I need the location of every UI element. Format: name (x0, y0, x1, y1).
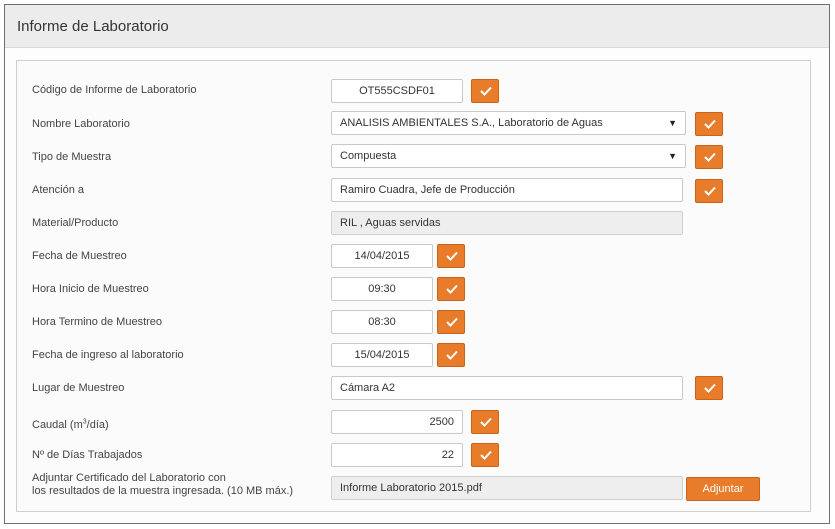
lugar-label: Lugar de Muestreo (32, 382, 125, 394)
codigo-label: Código de Informe de Laboratorio (32, 84, 197, 96)
dias-input[interactable]: 22 (331, 443, 463, 467)
fecha-ingreso-label: Fecha de ingreso al laboratorio (32, 349, 184, 361)
nombre-lab-confirm-button[interactable] (695, 112, 723, 136)
tipo-muestra-select[interactable]: Compuesta ▼ (331, 144, 686, 168)
check-icon (480, 417, 492, 427)
hora-termino-input[interactable]: 08:30 (331, 310, 433, 334)
fecha-ingreso-input[interactable]: 15/04/2015 (331, 343, 433, 367)
codigo-confirm-button[interactable] (471, 79, 499, 103)
hora-termino-label: Hora Termino de Muestreo (32, 316, 163, 328)
fecha-muestreo-confirm-button[interactable] (437, 244, 465, 268)
hora-termino-confirm-button[interactable] (437, 310, 465, 334)
fecha-muestreo-label: Fecha de Muestreo (32, 250, 127, 262)
check-icon (704, 383, 716, 393)
material-field: RIL , Aguas servidas (331, 211, 683, 235)
hora-inicio-confirm-button[interactable] (437, 277, 465, 301)
caudal-input[interactable]: 2500 (331, 410, 463, 434)
tipo-muestra-label: Tipo de Muestra (32, 151, 112, 163)
check-icon (446, 251, 458, 261)
atencion-label: Atención a (32, 184, 84, 196)
caudal-label: Caudal (m3/día) (32, 418, 109, 431)
check-icon (704, 152, 716, 162)
window-title: Informe de Laboratorio (17, 18, 169, 35)
check-icon (446, 350, 458, 360)
nombre-lab-select[interactable]: ANALISIS AMBIENTALES S.A., Laboratorio d… (331, 111, 686, 135)
check-icon (704, 119, 716, 129)
material-label: Material/Producto (32, 217, 119, 229)
adjuntar-button[interactable]: Adjuntar (686, 477, 760, 501)
adjuntar-label-line1: Adjuntar Certificado del Laboratorio con (32, 472, 226, 484)
fecha-muestreo-input[interactable]: 14/04/2015 (331, 244, 433, 268)
tipo-muestra-confirm-button[interactable] (695, 145, 723, 169)
adjuntar-file-field[interactable]: Informe Laboratorio 2015.pdf (331, 476, 683, 500)
dias-confirm-button[interactable] (471, 443, 499, 467)
check-icon (446, 284, 458, 294)
nombre-lab-value: ANALISIS AMBIENTALES S.A., Laboratorio d… (340, 117, 603, 129)
tipo-muestra-value: Compuesta (340, 150, 397, 162)
caret-down-icon: ▼ (668, 151, 677, 161)
hora-inicio-input[interactable]: 09:30 (331, 277, 433, 301)
check-icon (704, 186, 716, 196)
atencion-input[interactable]: Ramiro Cuadra, Jefe de Producción (331, 178, 683, 202)
lugar-confirm-button[interactable] (695, 376, 723, 400)
adjuntar-label-line2: los resultados de la muestra ingresada. … (32, 485, 294, 497)
atencion-confirm-button[interactable] (695, 179, 723, 203)
caudal-confirm-button[interactable] (471, 410, 499, 434)
nombre-lab-label: Nombre Laboratorio (32, 118, 130, 130)
hora-inicio-label: Hora Inicio de Muestreo (32, 283, 149, 295)
caudal-label-suffix: /día) (86, 419, 109, 431)
lugar-input[interactable]: Cámara A2 (331, 376, 683, 400)
adjuntar-label: Adjuntar Certificado del Laboratorio con… (32, 472, 293, 498)
dias-label: Nº de Días Trabajados (32, 449, 143, 461)
check-icon (446, 317, 458, 327)
title-bar: Informe de Laboratorio (5, 5, 829, 48)
caudal-label-prefix: Caudal (m (32, 419, 83, 431)
codigo-input[interactable]: OT555CSDF01 (331, 79, 463, 103)
fecha-ingreso-confirm-button[interactable] (437, 343, 465, 367)
check-icon (480, 86, 492, 96)
check-icon (480, 450, 492, 460)
caret-down-icon: ▼ (668, 118, 677, 128)
